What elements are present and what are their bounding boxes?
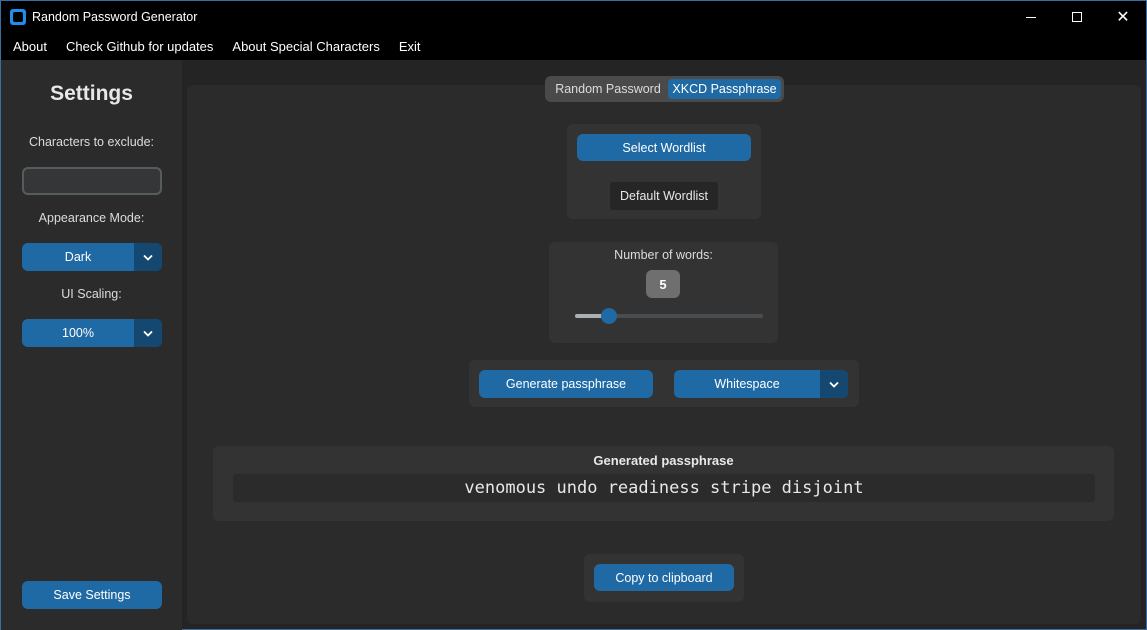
window-title: Random Password Generator <box>32 10 198 24</box>
result-title: Generated passphrase <box>593 453 734 468</box>
settings-title: Settings <box>50 82 133 105</box>
ui-scaling-value: 100% <box>62 326 94 340</box>
window-controls: ✕ <box>1008 1 1146 33</box>
appearance-mode-value: Dark <box>64 250 92 264</box>
appearance-label: Appearance Mode: <box>38 211 145 225</box>
generate-passphrase-button[interactable]: Generate passphrase <box>479 370 653 398</box>
tab-random-password[interactable]: Random Password <box>548 79 668 99</box>
slider-handle[interactable] <box>600 308 617 324</box>
menu-bar: About Check Github for updates About Spe… <box>1 33 1146 60</box>
separator-value: Whitespace <box>714 377 780 391</box>
select-wordlist-button[interactable]: Select Wordlist <box>577 134 751 161</box>
word-count-label: Number of words: <box>614 248 713 262</box>
copy-to-clipboard-button[interactable]: Copy to clipboard <box>594 564 734 591</box>
settings-sidebar: Settings Characters to exclude: Appearan… <box>1 60 182 630</box>
menu-check-updates[interactable]: Check Github for updates <box>60 39 219 54</box>
appearance-mode-dropdown[interactable]: Dark <box>22 243 162 271</box>
app-icon <box>10 9 26 25</box>
close-icon: ✕ <box>1116 7 1130 26</box>
save-settings-button[interactable]: Save Settings <box>22 581 162 609</box>
menu-exit[interactable]: Exit <box>393 39 427 54</box>
ui-scaling-dropdown[interactable]: 100% <box>22 319 162 347</box>
tab-xkcd-passphrase[interactable]: XKCD Passphrase <box>668 79 781 99</box>
maximize-icon <box>1072 12 1082 22</box>
close-button[interactable]: ✕ <box>1100 1 1146 33</box>
chevron-down-icon[interactable] <box>820 370 848 398</box>
tab-selector: Random Password XKCD Passphrase <box>545 76 784 102</box>
word-count-slider[interactable] <box>575 308 763 324</box>
exclude-characters-input[interactable] <box>22 167 162 195</box>
menu-about-special-characters[interactable]: About Special Characters <box>226 39 385 54</box>
maximize-button[interactable] <box>1054 1 1100 33</box>
exclude-label: Characters to exclude: <box>28 135 155 149</box>
passphrase-output[interactable]: venomous undo readiness stripe disjoint <box>233 474 1095 502</box>
app-window: Random Password Generator ✕ About Check … <box>0 0 1147 630</box>
word-count-value: 5 <box>646 270 680 298</box>
current-wordlist-label: Default Wordlist <box>610 182 718 210</box>
ui-scaling-label: UI Scaling: <box>61 287 122 301</box>
separator-dropdown[interactable]: Whitespace <box>674 370 848 398</box>
minimize-button[interactable] <box>1008 1 1054 33</box>
minimize-icon <box>1026 16 1036 18</box>
chevron-down-icon[interactable] <box>134 319 162 347</box>
chevron-down-icon[interactable] <box>134 243 162 271</box>
menu-about[interactable]: About <box>7 39 53 54</box>
title-bar: Random Password Generator ✕ <box>1 1 1146 33</box>
